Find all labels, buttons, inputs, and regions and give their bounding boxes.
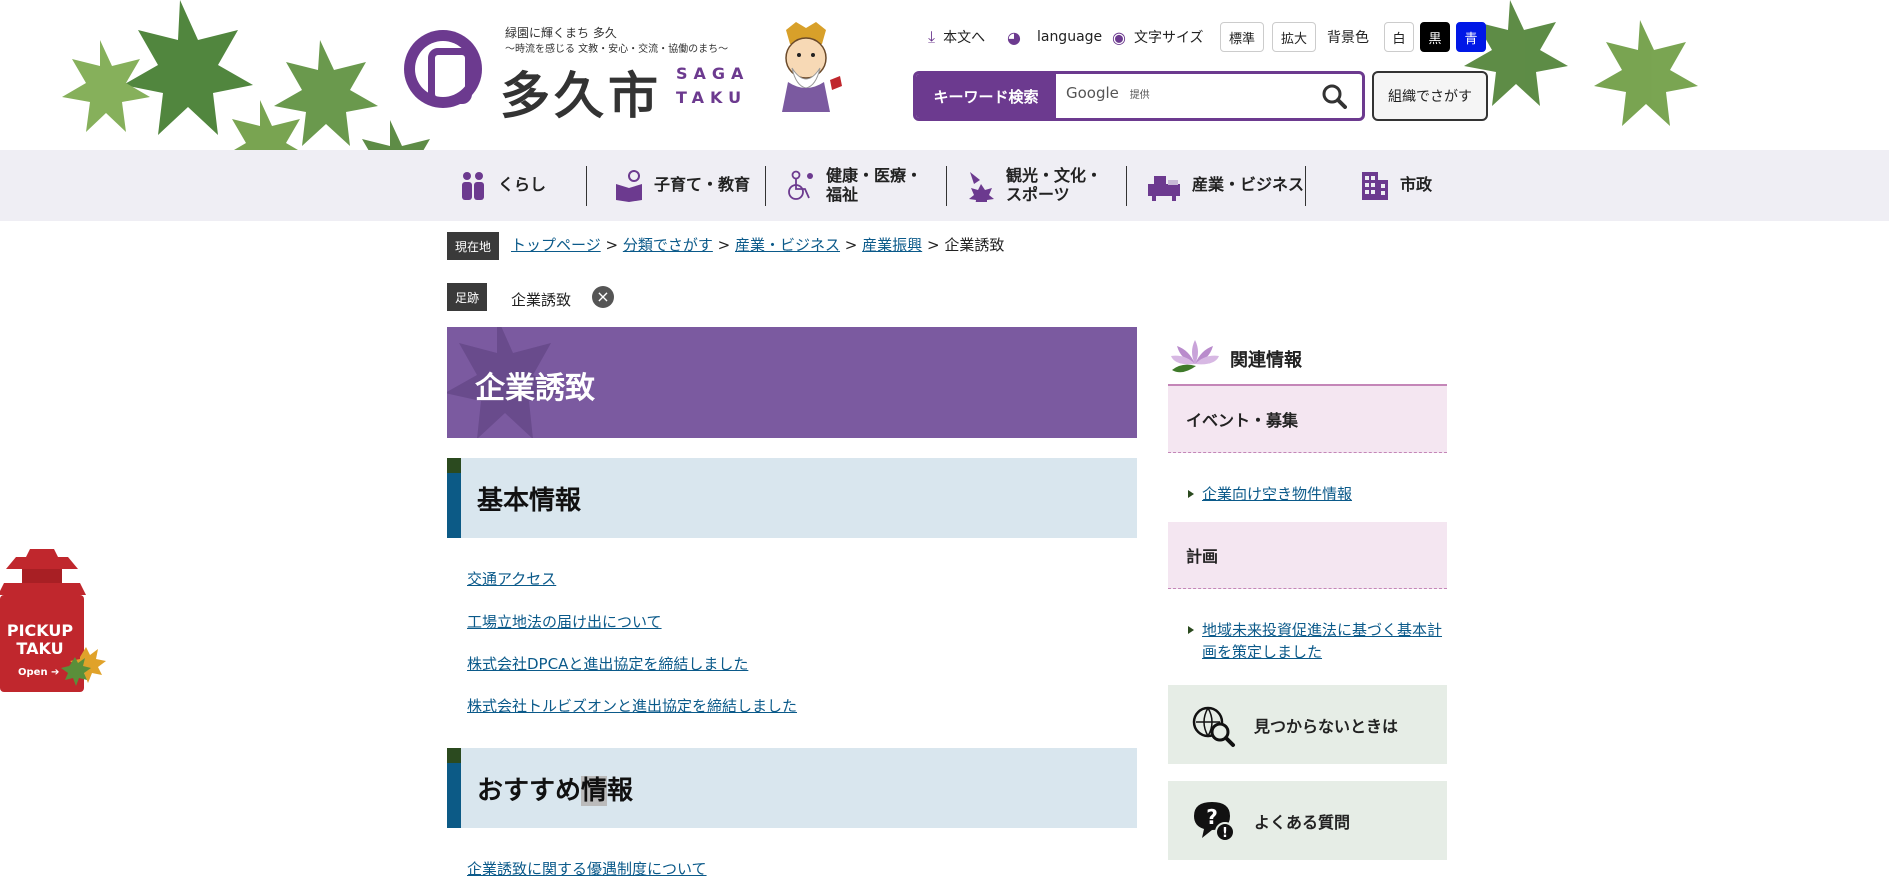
pickup-taku-floating-button[interactable]: PICKUP TAKU Open ➔ — [0, 547, 110, 692]
page-title-banner: 企業誘致 — [447, 327, 1137, 438]
not-found-help-button[interactable]: 見つからないときは — [1168, 685, 1447, 764]
pickup-label-line2: TAKU — [16, 639, 64, 658]
book-ball-icon — [616, 169, 642, 202]
global-navigation: くらし 子育て・教育 健康・医療・ 福祉 観光・文化・ スポーツ 産業・ビジネス 市… — [0, 150, 1889, 221]
google-provided-placeholder[interactable]: Google 提供 — [1066, 84, 1150, 102]
page-title: 企業誘致 — [475, 371, 595, 406]
breadcrumb-link-category[interactable]: 分類でさがす — [623, 236, 713, 254]
site-header: 緑園に輝くまち 多久 〜時流を感じる 文教・安心・交流・協働のまち〜 多久市 S… — [0, 0, 1889, 150]
nav-item-kanko[interactable]: 観光・文化・ スポーツ — [966, 150, 1102, 221]
bg-blue-button[interactable]: 青 — [1456, 22, 1486, 52]
eye-icon: ◉ — [1112, 27, 1126, 47]
footprint-item[interactable]: 企業誘致 — [511, 289, 571, 310]
logo-saga: SAGA — [676, 64, 750, 83]
font-size-label: ◉ 文字サイズ — [1112, 27, 1204, 47]
link-factory-law[interactable]: 工場立地法の届け出について — [467, 611, 662, 632]
footprint-close-button[interactable]: × — [592, 286, 614, 308]
logo-taku: TAKU — [676, 88, 748, 107]
bg-white-button[interactable]: 白 — [1384, 22, 1414, 52]
close-icon: × — [596, 287, 610, 306]
link-torubizon-agreement[interactable]: 株式会社トルビズオンと進出協定を締結しました — [467, 695, 797, 716]
tagline-sub: 〜時流を感じる 文教・安心・交流・協働のまち〜 — [505, 44, 729, 55]
question-bubble-icon: ? ! — [1194, 801, 1235, 842]
nav-divider — [1305, 166, 1306, 206]
triangle-right-icon — [1188, 490, 1194, 498]
globe-icon: ◕ — [1007, 27, 1021, 47]
city-emblem-logo[interactable] — [404, 30, 482, 108]
current-location-tag: 現在地 — [447, 232, 500, 260]
triangle-right-icon — [1188, 626, 1194, 634]
mascot-character-illustration — [782, 22, 842, 112]
svg-text:!: ! — [1222, 826, 1228, 841]
city-name-logo[interactable]: 多久市 — [500, 56, 662, 128]
nav-item-sangyo[interactable]: 産業・ビジネス — [1146, 150, 1304, 221]
side-category-events: イベント・募集 — [1168, 386, 1447, 453]
search-submit-button[interactable] — [1316, 78, 1352, 114]
breadcrumb-current: 企業誘致 — [944, 236, 1005, 254]
breadcrumb-link-promotion[interactable]: 産業振興 — [862, 236, 922, 254]
tagline: 緑園に輝くまち 多久 — [505, 26, 617, 40]
faq-button[interactable]: ? ! よくある質問 — [1168, 781, 1447, 860]
font-size-large-button[interactable]: 拡大 — [1272, 22, 1317, 52]
magnifier-globe-icon — [1192, 706, 1235, 747]
font-size-normal-button[interactable]: 標準 — [1220, 22, 1265, 52]
link-preferential-system[interactable]: 企業誘致に関する優遇制度について — [467, 858, 707, 879]
footprint-tag: 足跡 — [447, 283, 488, 311]
people-icon — [462, 171, 484, 200]
building-icon — [1362, 171, 1388, 200]
bg-color-label: 背景色 — [1327, 30, 1369, 46]
nav-divider — [1126, 166, 1127, 206]
related-info-heading: 関連情報 — [1168, 336, 1447, 386]
section-heading-recommended: おすすめ情報 — [447, 748, 1137, 828]
pickup-open-label: Open ➔ — [18, 667, 60, 678]
lotus-flower-icon — [1171, 340, 1219, 373]
shop-icon — [1148, 175, 1180, 201]
bg-black-button[interactable]: 黒 — [1420, 22, 1450, 52]
pickup-label-line1: PICKUP — [6, 621, 74, 640]
section-heading-basic: 基本情報 — [447, 458, 1137, 538]
side-category-plan: 計画 — [1168, 522, 1447, 589]
nav-item-kenko[interactable]: 健康・医療・ 福祉 — [786, 150, 922, 221]
nav-item-kosodate[interactable]: 子育て・教育 — [614, 150, 750, 221]
nav-divider — [946, 166, 947, 206]
link-access[interactable]: 交通アクセス — [467, 568, 556, 589]
breadcrumb: トップページ > 分類でさがす > 産業・ビジネス > 産業振興 > 企業誘致 — [511, 236, 1005, 254]
svg-text:?: ? — [1206, 805, 1218, 829]
nav-item-shisei[interactable]: 市政 — [1360, 150, 1432, 221]
nav-divider — [586, 166, 587, 206]
keyword-search-label: キーワード検索 — [916, 74, 1056, 118]
link-dpca-agreement[interactable]: 株式会社DPCAと進出協定を締結しました — [467, 653, 748, 674]
side-link-vacant-property: 企業向け空き物件情報 — [1188, 483, 1452, 505]
breadcrumb-link-top[interactable]: トップページ — [511, 236, 601, 254]
language-link[interactable]: ◕ language — [1007, 22, 1102, 52]
keyword-search-form: キーワード検索 Google 提供 — [913, 71, 1365, 121]
breadcrumb-link-industry[interactable]: 産業・ビジネス — [735, 236, 840, 254]
arrow-right-icon: ➔ — [51, 667, 60, 678]
search-by-organization-button[interactable]: 組織でさがす — [1372, 71, 1488, 121]
nav-item-kurashi[interactable]: くらし — [458, 150, 546, 221]
search-icon — [1322, 84, 1347, 109]
flower-flag-icon — [969, 171, 994, 202]
nav-divider — [765, 166, 766, 206]
skip-to-content-link[interactable]: ⤓ 本文へ — [928, 22, 985, 52]
wheelchair-icon — [788, 170, 813, 200]
download-arrow-icon: ⤓ — [928, 27, 936, 46]
side-link-regional-investment-plan: 地域未来投資促進法に基づく基本計画を策定しました — [1188, 619, 1452, 663]
